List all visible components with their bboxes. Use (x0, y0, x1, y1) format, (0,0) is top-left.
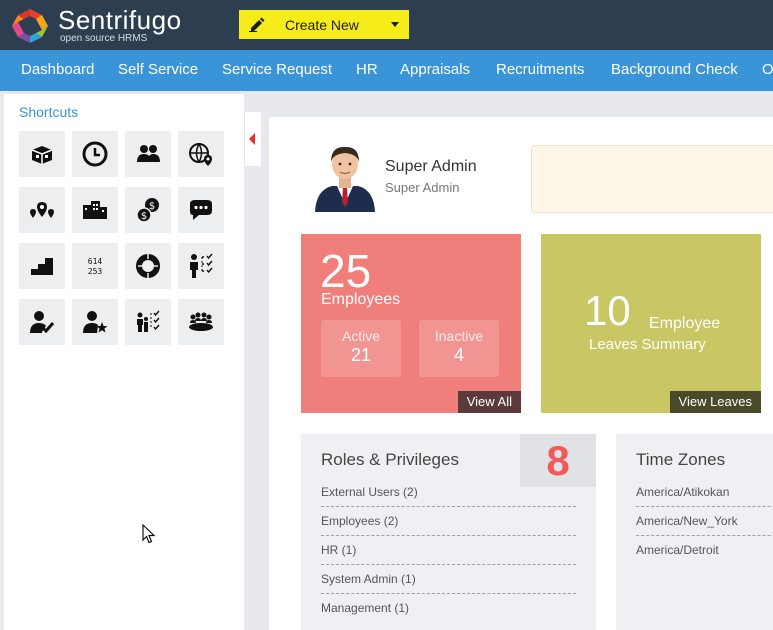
svg-text:$: $ (141, 211, 147, 222)
buildings-icon (83, 201, 107, 219)
shortcut-number-format[interactable]: 614 253 (72, 243, 118, 289)
notice-box (531, 145, 773, 213)
shortcuts-sidebar: Shortcuts $ $ 614 253 (4, 94, 244, 630)
active-value: 21 (350, 345, 372, 365)
ring-chart-icon (136, 254, 160, 278)
inactive-label: Inactive (434, 328, 484, 344)
nav-recruitments[interactable]: Recruitments (496, 61, 584, 78)
nav-background-check[interactable]: Background Check (611, 61, 738, 78)
shortcut-departments[interactable] (72, 187, 118, 233)
role-item-external-users[interactable]: External Users (2) (321, 478, 576, 507)
roles-title: Roles & Privileges (321, 450, 459, 469)
roles-panel: Roles & Privileges 8 External Users (2) … (301, 434, 596, 630)
chevron-down-icon (391, 22, 399, 27)
mouse-cursor-icon (142, 524, 156, 544)
role-item-system-admin[interactable]: System Admin (1) (321, 565, 576, 594)
user-check-icon (30, 311, 55, 334)
employees-card: 25 Employees Active 21 Inactive 4 View A… (301, 234, 521, 413)
active-label: Active (341, 328, 381, 344)
employee-count: 25 (320, 245, 372, 297)
leave-count: 10 (584, 287, 631, 334)
globe-pin-icon (189, 143, 212, 166)
shortcut-users[interactable] (125, 131, 171, 177)
create-new-label: Create New (285, 17, 359, 33)
org-checklist-icon (190, 253, 213, 278)
view-all-button[interactable]: View All (457, 391, 521, 413)
nav-hr[interactable]: HR (356, 61, 378, 78)
top-header: Sentrifugo open source HRMS Create New (0, 0, 773, 50)
shortcut-meetings[interactable] (178, 299, 224, 345)
inactive-employees-box[interactable]: Inactive 4 (419, 320, 499, 377)
sidebar-collapse-toggle[interactable] (245, 112, 261, 166)
leaves-label-summary: Leaves Summary (589, 336, 706, 353)
timezone-item-atikokan[interactable]: America/Atikokan (636, 478, 773, 507)
timezone-item-detroit[interactable]: America/Detroit (636, 536, 773, 565)
sentrifugo-logo-icon[interactable] (10, 7, 50, 45)
pencil-icon (249, 17, 265, 32)
caret-left-icon (249, 133, 255, 145)
numbers-icon: 614 253 (88, 257, 103, 276)
user-role: Super Admin (385, 180, 460, 195)
shortcut-money[interactable] (19, 131, 65, 177)
shortcut-time[interactable] (72, 131, 118, 177)
inactive-value: 4 (453, 345, 464, 365)
chat-icon (190, 200, 212, 220)
map-pins-icon (30, 202, 54, 218)
shortcut-user-rating[interactable] (72, 299, 118, 345)
shortcut-levels[interactable] (19, 243, 65, 289)
timezone-item-new-york[interactable]: America/New_York (636, 507, 773, 536)
user-star-icon (83, 311, 108, 333)
nav-self-service[interactable]: Self Service (118, 61, 198, 78)
money-icon (31, 146, 53, 164)
nav-service-request[interactable]: Service Request (222, 61, 332, 78)
leaves-label-employee: Employee (649, 315, 721, 332)
users-icon (137, 145, 160, 162)
shortcut-ratings[interactable] (125, 243, 171, 289)
create-new-button[interactable]: Create New (239, 10, 409, 39)
svg-text:614: 614 (88, 257, 103, 266)
shortcut-sites[interactable] (19, 187, 65, 233)
nav-dashboard[interactable]: Dashboard (21, 61, 94, 78)
leaves-card: 10 Employee Leaves Summary View Leaves (541, 234, 761, 413)
main-nav: Dashboard Self Service Service Request H… (0, 50, 773, 91)
shortcut-locations[interactable] (178, 131, 224, 177)
coins-icon: $ $ (136, 198, 159, 223)
user-name: Super Admin (385, 158, 477, 175)
role-item-management[interactable]: Management (1) (321, 594, 576, 623)
nav-more[interactable]: Or (762, 61, 773, 78)
shortcut-org-structure[interactable] (178, 243, 224, 289)
shortcut-currency[interactable]: $ $ (125, 187, 171, 233)
shortcuts-title: Shortcuts (19, 104, 79, 120)
nav-appraisals[interactable]: Appraisals (400, 61, 470, 78)
employees-label: Employees (321, 291, 401, 308)
role-item-hr[interactable]: HR (1) (321, 536, 576, 565)
team-checklist-icon (137, 310, 160, 332)
active-employees-box[interactable]: Active 21 (321, 320, 401, 377)
meeting-icon (189, 312, 213, 331)
brand-subtitle: open source HRMS (60, 33, 148, 44)
svg-text:253: 253 (88, 267, 103, 276)
steps-icon (31, 258, 53, 275)
shortcut-user-approve[interactable] (19, 299, 65, 345)
clock-icon (82, 141, 108, 167)
timezones-panel: Time Zones America/Atikokan America/New_… (616, 434, 773, 630)
view-leaves-button[interactable]: View Leaves (669, 391, 761, 413)
shortcut-team-tasks[interactable] (125, 299, 171, 345)
shortcut-announcements[interactable] (178, 187, 224, 233)
role-item-employees[interactable]: Employees (2) (321, 507, 576, 536)
timezones-title: Time Zones (636, 450, 726, 469)
user-avatar[interactable] (310, 140, 380, 212)
brand-name: Sentrifugo (58, 5, 182, 35)
